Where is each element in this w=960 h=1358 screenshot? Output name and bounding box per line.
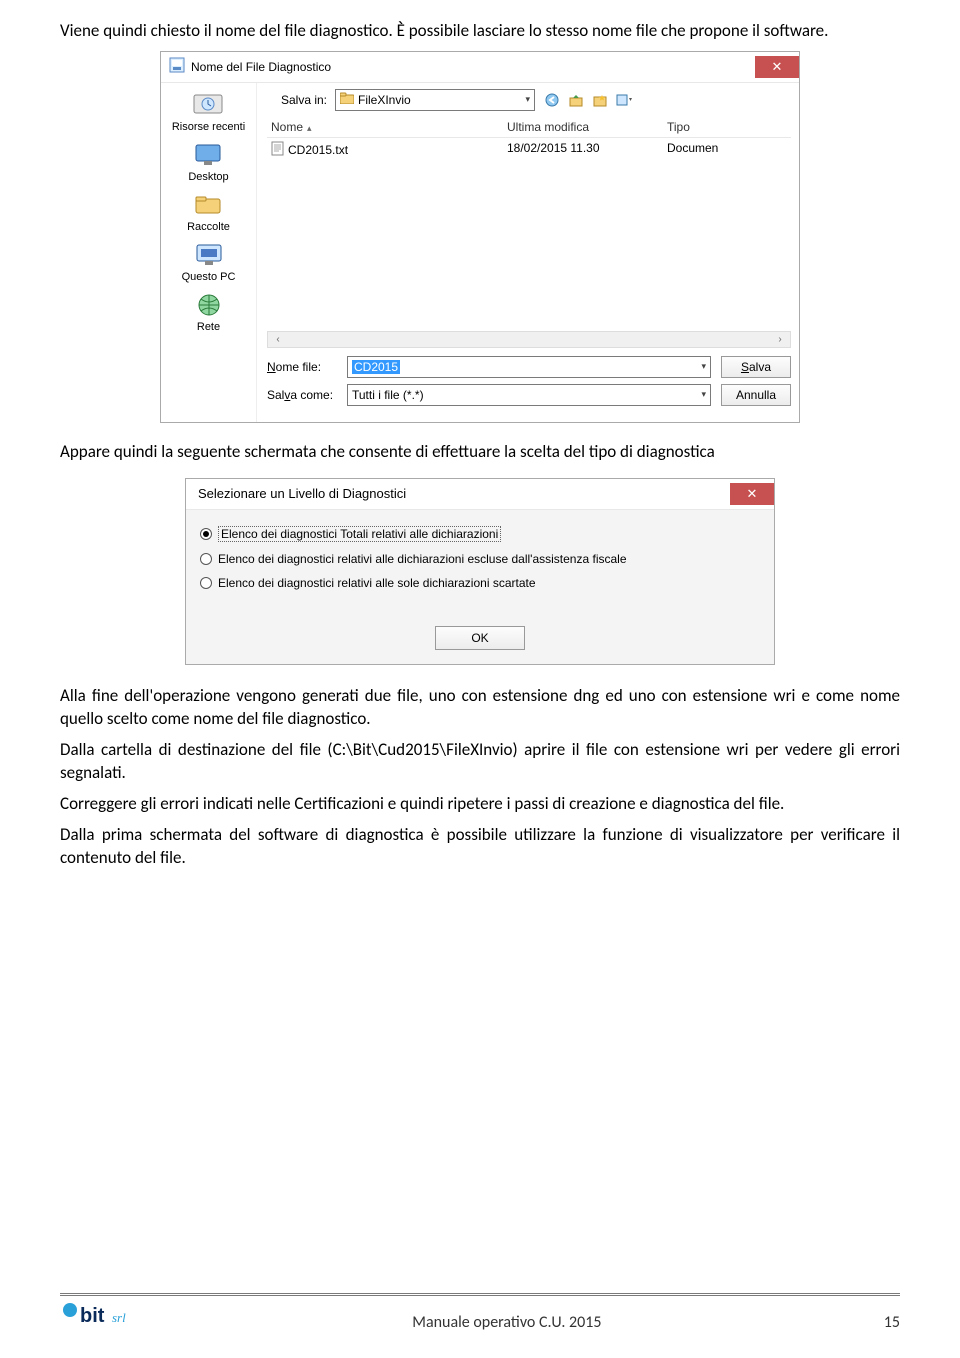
- save-button[interactable]: Salva: [721, 356, 791, 378]
- bit-logo: bit srl: [60, 1300, 130, 1334]
- saveas-combo[interactable]: Tutti i file (*.*) ▾: [347, 384, 711, 406]
- radio-label: Elenco dei diagnostici relativi alle sol…: [218, 576, 536, 590]
- back-icon[interactable]: [543, 91, 561, 109]
- ok-button[interactable]: OK: [435, 626, 525, 650]
- save-dialog-title: Nome del File Diagnostico: [191, 60, 331, 74]
- sort-asc-icon: ▴: [307, 123, 312, 133]
- chevron-down-icon: ▾: [701, 361, 706, 372]
- place-label: Raccolte: [187, 221, 230, 233]
- filename-input[interactable]: CD2015 ▾: [347, 356, 711, 378]
- page-footer: bit srl Manuale operativo C.U. 2015 15: [0, 1293, 960, 1334]
- place-recent[interactable]: Risorse recenti: [172, 89, 245, 133]
- saveas-label: Salva come:: [267, 388, 337, 402]
- paragraph-3: Alla fine dell'operazione vengono genera…: [60, 685, 900, 731]
- radio-label: Elenco dei diagnostici relativi alle dic…: [218, 552, 627, 566]
- file-modified: 18/02/2015 11.30: [507, 141, 667, 159]
- page-number: 15: [884, 1313, 900, 1334]
- place-libraries[interactable]: Raccolte: [187, 191, 230, 233]
- close-icon: ✕: [747, 486, 758, 502]
- save-dialog-titlebar: Nome del File Diagnostico ✕: [161, 52, 799, 83]
- saveas-value: Tutti i file (*.*): [352, 388, 424, 402]
- radio-label: Elenco dei diagnostici Totali relativi a…: [218, 526, 501, 542]
- new-folder-icon[interactable]: [591, 91, 609, 109]
- paragraph-2: Appare quindi la seguente schermata che …: [60, 441, 900, 464]
- paragraph-6: Dalla prima schermata del software di di…: [60, 824, 900, 870]
- diagnostic-level-dialog: Selezionare un Livello di Diagnostici ✕ …: [185, 478, 775, 665]
- radio-option-3[interactable]: Elenco dei diagnostici relativi alle sol…: [200, 576, 760, 590]
- close-icon: ✕: [772, 59, 783, 75]
- save-in-combo[interactable]: FileXInvio ▾: [335, 89, 535, 111]
- svg-text:srl: srl: [112, 1310, 126, 1325]
- footer-title: Manuale operativo C.U. 2015: [130, 1313, 884, 1334]
- radio-icon: [200, 528, 212, 540]
- file-row[interactable]: CD2015.txt 18/02/2015 11.30 Documen: [267, 138, 791, 162]
- save-in-label: Salva in:: [267, 93, 327, 107]
- filename-value: CD2015: [352, 360, 400, 374]
- page-content: Viene quindi chiesto il nome del file di…: [0, 0, 960, 869]
- radio-option-2[interactable]: Elenco dei diagnostici relativi alle dic…: [200, 552, 760, 566]
- paragraph-4: Dalla cartella di destinazione del file …: [60, 739, 900, 785]
- radio-icon: [200, 553, 212, 565]
- diagnostic-titlebar: Selezionare un Livello di Diagnostici ✕: [186, 479, 774, 510]
- scroll-right-icon[interactable]: ›: [772, 334, 788, 345]
- cancel-button[interactable]: Annulla: [721, 384, 791, 406]
- place-label: Questo PC: [182, 271, 236, 283]
- col-name: Nome: [271, 120, 303, 134]
- place-thispc[interactable]: Questo PC: [182, 241, 236, 283]
- file-name: CD2015.txt: [288, 143, 348, 157]
- place-label: Desktop: [188, 171, 228, 183]
- place-network[interactable]: Rete: [191, 291, 227, 333]
- radio-option-1[interactable]: Elenco dei diagnostici Totali relativi a…: [200, 526, 760, 542]
- radio-icon: [200, 577, 212, 589]
- up-icon[interactable]: [567, 91, 585, 109]
- save-dialog-icon: [169, 57, 185, 76]
- horizontal-scrollbar[interactable]: ‹ ›: [267, 331, 791, 348]
- view-menu-icon[interactable]: [615, 91, 633, 109]
- places-bar: Risorse recenti Desktop Raccolte Questo …: [161, 83, 257, 422]
- file-list-header[interactable]: Nome ▴ Ultima modifica Tipo: [267, 117, 791, 138]
- textfile-icon: [271, 141, 284, 159]
- file-type: Documen: [667, 141, 791, 159]
- chevron-down-icon: ▾: [701, 389, 706, 400]
- place-label: Risorse recenti: [172, 121, 245, 133]
- close-button[interactable]: ✕: [730, 483, 774, 505]
- col-modified: Ultima modifica: [507, 120, 667, 134]
- save-dialog: Nome del File Diagnostico ✕ Risorse rece…: [160, 51, 800, 423]
- save-in-value: FileXInvio: [358, 93, 411, 107]
- scroll-left-icon[interactable]: ‹: [270, 334, 286, 345]
- paragraph-5: Correggere gli errori indicati nelle Cer…: [60, 793, 900, 816]
- footer-divider: [60, 1293, 900, 1296]
- col-type: Tipo: [667, 120, 791, 134]
- paragraph-1: Viene quindi chiesto il nome del file di…: [60, 20, 900, 43]
- filename-label: Nome file:: [267, 360, 337, 374]
- folder-icon: [340, 92, 354, 107]
- svg-text:bit: bit: [80, 1305, 105, 1327]
- dialog-toolbar: [543, 91, 633, 109]
- diagnostic-title: Selezionare un Livello di Diagnostici: [198, 486, 406, 501]
- close-button[interactable]: ✕: [755, 56, 799, 78]
- place-label: Rete: [197, 321, 220, 333]
- chevron-down-icon: ▾: [525, 94, 530, 105]
- place-desktop[interactable]: Desktop: [188, 141, 228, 183]
- file-list: Nome ▴ Ultima modifica Tipo CD2015.txt: [267, 117, 791, 348]
